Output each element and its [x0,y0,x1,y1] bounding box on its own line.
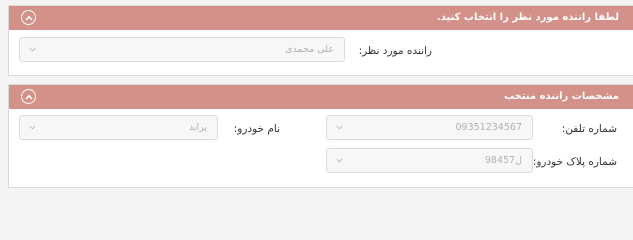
collapse-driver-panel-button[interactable] [21,10,36,25]
driver-select[interactable]: علی محمدی [19,37,345,62]
car-name-label: نام خودرو: [233,123,280,135]
driver-label: راننده مورد نظر: [358,45,432,57]
chevron-down-icon [336,158,343,163]
driver-selection-title: لطفا راننده مورد نظر را انتخاب کنید. [436,12,619,23]
chevron-down-icon [336,125,343,130]
driver-details-header: مشخصات راننده منتخب [9,85,633,109]
plate-select[interactable]: 98ل457 [326,148,533,173]
phone-select-value: 09351234567 [455,122,523,133]
phone-select[interactable]: 09351234567 [326,115,533,140]
collapse-details-panel-button[interactable] [21,89,36,104]
car-name-select-value: پراید [188,122,207,133]
phone-label: شماره تلفن: [561,123,617,135]
driver-select-value: علی محمدی [285,44,334,55]
plate-select-value: 98ل457 [484,155,522,166]
chevron-up-icon [24,94,33,100]
chevron-down-icon [29,125,36,130]
driver-details-title: مشخصات راننده منتخب [503,91,619,102]
driver-selection-panel: لطفا راننده مورد نظر را انتخاب کنید. ران… [8,5,633,76]
car-name-select[interactable]: پراید [19,115,218,140]
chevron-down-icon [29,47,36,52]
plate-label: شماره پلاک خودرو: [532,156,617,168]
driver-details-panel: مشخصات راننده منتخب شماره تلفن: 09351234… [8,84,633,188]
chevron-up-icon [24,15,33,21]
driver-selection-header: لطفا راننده مورد نظر را انتخاب کنید. [9,6,633,30]
